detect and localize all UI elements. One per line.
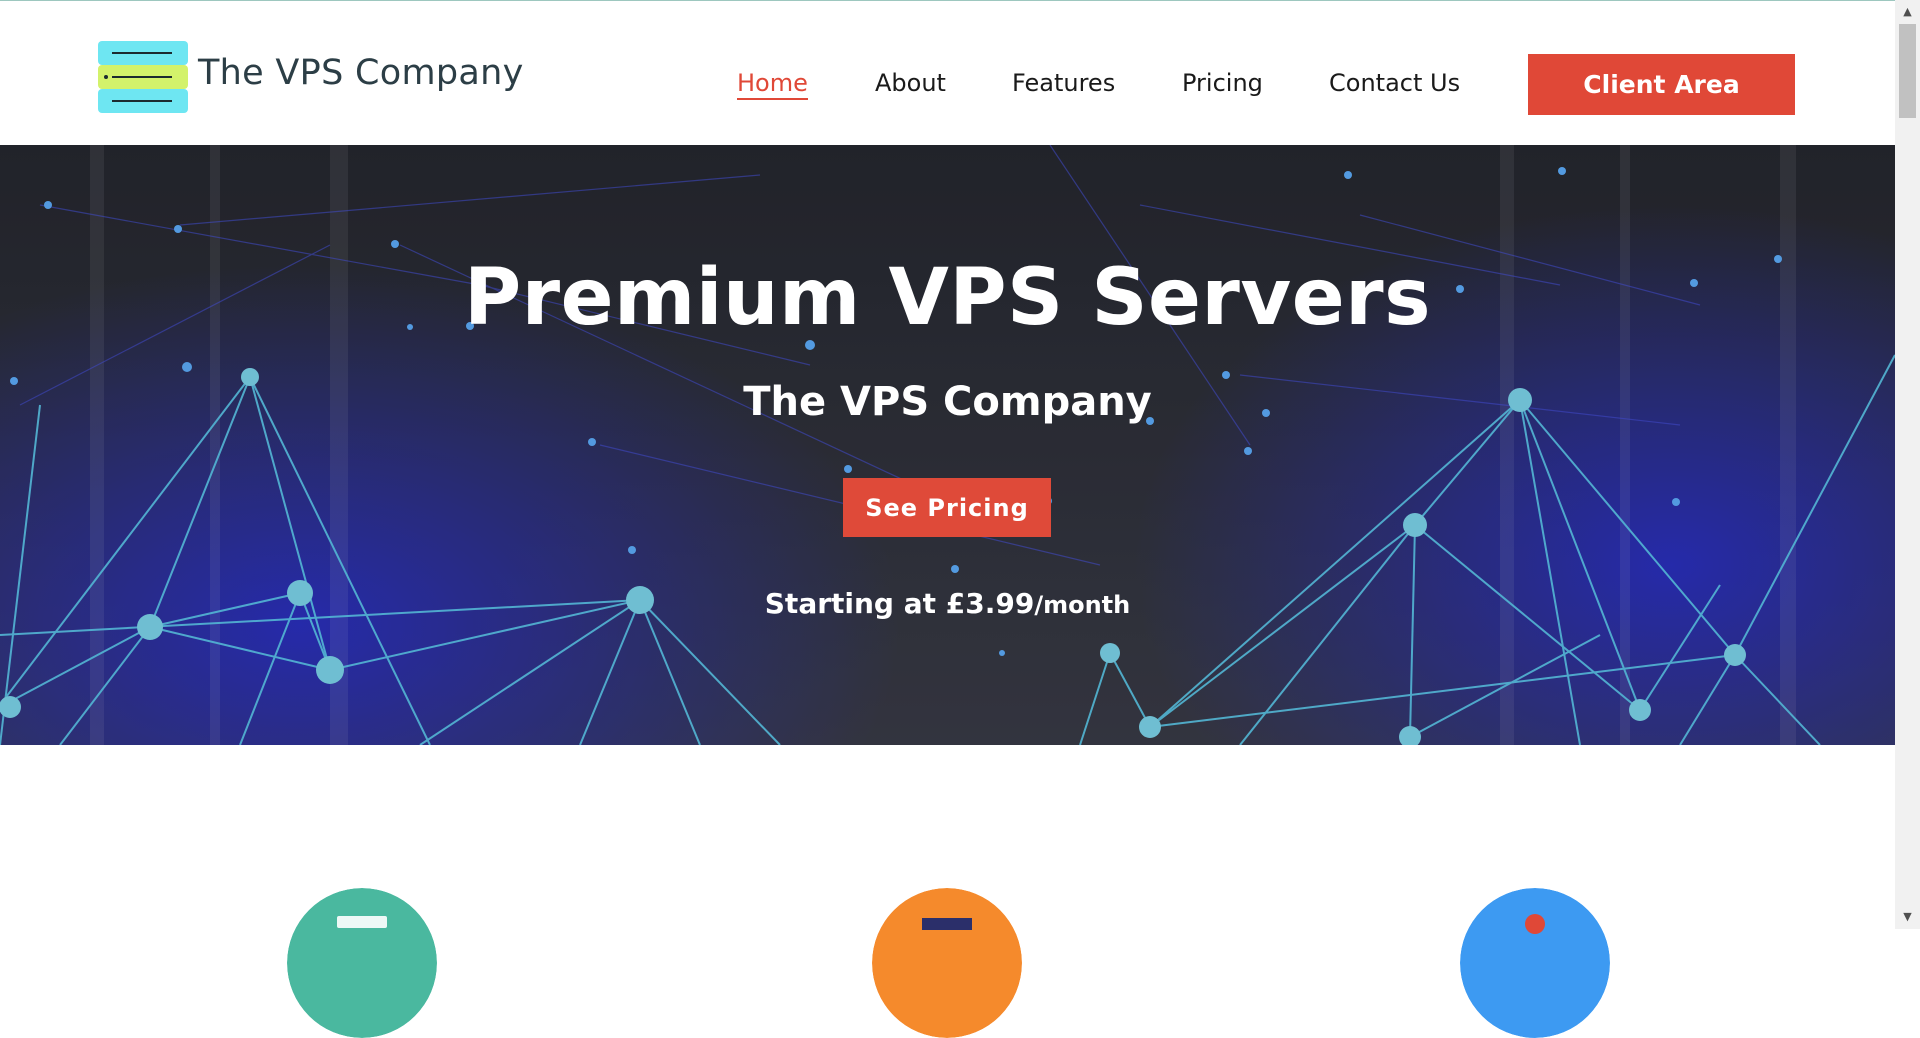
feature-circle-globe (1460, 888, 1610, 1038)
globe-icon (1525, 914, 1545, 934)
hero-subtitle: The VPS Company (743, 379, 1152, 425)
network-background-image (0, 145, 1895, 745)
starting-price: Starting at £3.99/month (0, 587, 1895, 620)
price-period: /month (1034, 591, 1131, 619)
nav-pricing[interactable]: Pricing (1182, 69, 1263, 97)
nav-about[interactable]: About (875, 69, 946, 97)
scroll-up-icon[interactable]: ▲ (1895, 2, 1920, 22)
see-pricing-button[interactable]: See Pricing (843, 478, 1051, 537)
scroll-down-icon[interactable]: ▼ (1895, 907, 1920, 927)
feature-circle-cpu (872, 888, 1022, 1038)
scroll-thumb[interactable] (1899, 24, 1916, 118)
nav-features[interactable]: Features (1012, 69, 1115, 97)
site-header: The VPS Company Home About Features Pric… (0, 1, 1895, 145)
nav-home[interactable]: Home (737, 69, 808, 100)
feature-circle-server (287, 888, 437, 1038)
price-amount: Starting at £3.99 (764, 587, 1035, 620)
page-scrollbar[interactable]: ▲ ▼ (1895, 0, 1920, 929)
logo-icon[interactable] (98, 41, 188, 113)
hero-title: Premium VPS Servers (463, 253, 1432, 343)
hero-section: Premium VPS Servers The VPS Company See … (0, 145, 1895, 745)
server-icon (337, 916, 387, 928)
cpu-icon (922, 918, 972, 930)
nav-contact-us[interactable]: Contact Us (1329, 69, 1460, 97)
brand-name[interactable]: The VPS Company (198, 53, 524, 93)
client-area-button[interactable]: Client Area (1528, 54, 1795, 115)
